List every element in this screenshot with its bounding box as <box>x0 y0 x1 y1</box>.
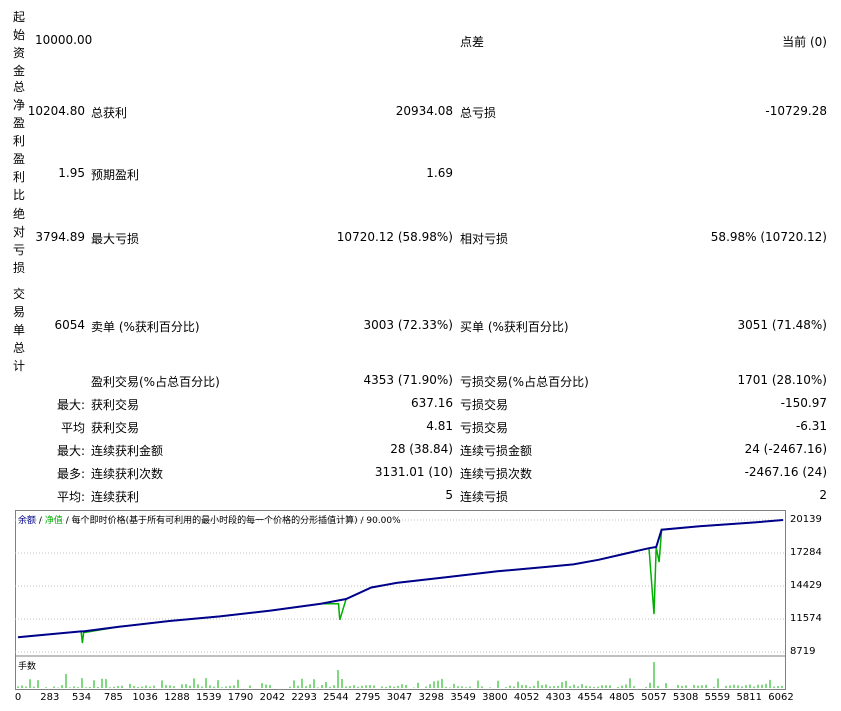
x-tick-label: 5308 <box>672 692 699 703</box>
largest-loss-label: 亏损交易 <box>460 398 509 412</box>
absolute-drawdown-label: 绝对亏损 <box>12 207 25 275</box>
largest-profit-value: 637.16 <box>411 396 453 410</box>
legend-equity: 净值 <box>44 516 63 526</box>
total-trades-value: 6054 <box>54 318 85 332</box>
x-tick-label: 4554 <box>577 692 603 703</box>
y-tick-label: 17284 <box>790 547 822 558</box>
max-consecutive-wins-label: 连续获利金额 <box>91 444 164 458</box>
x-tick-label: 4303 <box>545 692 572 703</box>
average-prefix: 平均 <box>60 421 85 435</box>
relative-drawdown-label: 相对亏损 <box>460 232 509 246</box>
average-consecutive-prefix: 平均: <box>56 490 85 504</box>
largest-profit-label: 获利交易 <box>91 398 140 412</box>
x-tick-label: 4805 <box>609 692 635 703</box>
average-consecutive-wins-value: 5 <box>445 488 453 502</box>
balance-equity-chart <box>15 510 786 690</box>
max-drawdown-label: 最大亏损 <box>91 232 140 246</box>
y-tick-label: 8719 <box>790 646 816 657</box>
max-drawdown-value: 10720.12 (58.98%) <box>336 230 453 244</box>
y-tick-label: 14429 <box>790 580 822 591</box>
max-consecutive-losses-label: 连续亏损金额 <box>460 444 533 458</box>
largest-prefix: 最大: <box>56 398 85 412</box>
max-consecutive-profit-count-label: 连续获利次数 <box>91 467 164 481</box>
loss-trades-value: 1701 (28.10%) <box>737 373 827 387</box>
average-loss-label: 亏损交易 <box>460 421 509 435</box>
average-consecutive-losses-label: 连续亏损 <box>460 490 509 504</box>
gross-loss-value: -10729.28 <box>765 104 827 118</box>
absolute-drawdown-value: 3794.89 <box>35 230 85 244</box>
initial-deposit-label: 起始资金 <box>12 10 25 78</box>
gross-profit-label: 总获利 <box>91 106 128 120</box>
x-tick-label: 2544 <box>323 692 349 703</box>
x-tick-label: 5559 <box>704 692 731 703</box>
max-consecutive-prefix: 最大: <box>56 444 85 458</box>
x-tick-label: 6062 <box>768 692 794 703</box>
y-tick-label: 20139 <box>790 514 822 525</box>
x-tick-label: 1288 <box>164 692 190 703</box>
y-tick-label: 11574 <box>790 613 822 624</box>
total-trades-label: 交易单总计 <box>12 287 25 373</box>
expected-payoff-value: 1.69 <box>426 166 453 180</box>
long-positions-value: 3051 (71.48%) <box>737 318 827 332</box>
x-tick-label: 785 <box>103 692 123 703</box>
max-consecutive-profit-count-value: 3131.01 (10) <box>374 465 453 479</box>
x-tick-label: 283 <box>40 692 60 703</box>
gross-loss-label: 总亏损 <box>460 106 497 120</box>
x-tick-label: 2042 <box>259 692 286 703</box>
volume-label: 手数 <box>18 662 37 672</box>
x-tick-label: 534 <box>72 692 92 703</box>
max-consecutive-loss-count-label: 连续亏损次数 <box>460 467 533 481</box>
short-positions-label: 卖单 (%获利百分比) <box>91 320 200 334</box>
average-consecutive-wins-label: 连续获利 <box>91 490 140 504</box>
x-tick-label: 3800 <box>482 692 508 703</box>
legend-balance: 余额 <box>18 516 37 526</box>
x-tick-label: 3047 <box>386 692 413 703</box>
balance-line <box>17 519 784 639</box>
average-consecutive-losses-value: 2 <box>819 488 827 502</box>
gross-profit-value: 20934.08 <box>395 104 453 118</box>
profit-trades-value: 4353 (71.90%) <box>363 373 453 387</box>
spread-value: 当前 (0) <box>782 35 827 49</box>
max-consecutive-wins-value: 28 (38.84) <box>390 442 453 456</box>
relative-drawdown-value: 58.98% (10720.12) <box>710 230 827 244</box>
x-tick-label: 4052 <box>513 692 540 703</box>
average-profit-label: 获利交易 <box>91 421 140 435</box>
x-tick-label: 0 <box>14 692 22 703</box>
x-tick-label: 2795 <box>354 692 381 703</box>
max-consecutive-amount-prefix: 最多: <box>56 467 85 481</box>
max-consecutive-losses-value: 24 (-2467.16) <box>744 442 827 456</box>
total-net-profit-label: 总净盈利 <box>12 80 25 148</box>
spread-label: 点差 <box>460 35 485 49</box>
initial-deposit-value: 10000.00 <box>35 33 93 47</box>
profit-trades-label: 盈利交易(%占总百分比) <box>91 375 220 389</box>
average-loss-value: -6.31 <box>795 419 827 433</box>
legend-separator: / <box>38 516 42 526</box>
x-tick-label: 1036 <box>132 692 158 703</box>
profit-factor-label: 盈利比 <box>12 152 25 202</box>
average-profit-value: 4.81 <box>426 419 453 433</box>
legend-description: / 每个即时价格(基于所有可利用的最小时段的每一个价格的分形插值计算) / 90… <box>65 516 401 526</box>
x-tick-label: 2293 <box>291 692 317 703</box>
x-tick-label: 5057 <box>641 692 667 703</box>
x-tick-label: 1539 <box>196 692 222 703</box>
largest-loss-value: -150.97 <box>780 396 827 410</box>
max-consecutive-loss-count-value: -2467.16 (24) <box>744 465 827 479</box>
x-tick-label: 1790 <box>227 692 254 703</box>
x-tick-label: 3298 <box>418 692 445 703</box>
chart-frame <box>15 510 786 690</box>
x-tick-label: 5811 <box>736 692 762 703</box>
x-tick-label: 3549 <box>450 692 476 703</box>
long-positions-label: 买单 (%获利百分比) <box>460 320 569 334</box>
x-axis: 0 283 534 785 1036 1288 1539 1790 2042 2293 2544 27… <box>0 690 841 708</box>
profit-factor-value: 1.95 <box>58 166 85 180</box>
short-positions-value: 3003 (72.33%) <box>363 318 453 332</box>
chart-legend: 余额 / 净值 / 每个即时价格(基于所有可利用的最小时段的每一个价格的分形插值… <box>18 513 401 526</box>
expected-payoff-label: 预期盈利 <box>91 168 140 182</box>
total-net-profit-value: 10204.80 <box>27 104 85 118</box>
loss-trades-label: 亏损交易(%占总百分比) <box>460 375 589 389</box>
